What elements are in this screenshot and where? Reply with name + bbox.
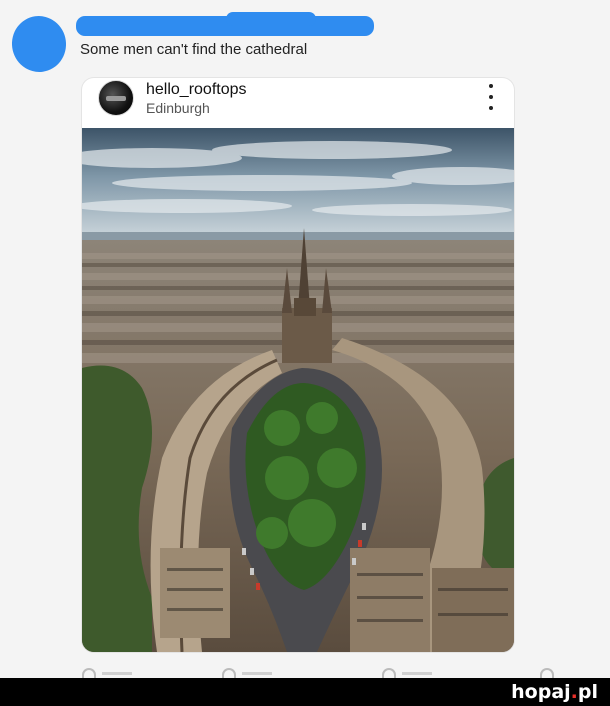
- post-location[interactable]: Edinburgh: [146, 100, 210, 116]
- username-redacted[interactable]: [76, 12, 374, 36]
- instagram-embed-card[interactable]: hello_rooftops Edinburgh: [82, 78, 514, 652]
- share-icon[interactable]: [540, 668, 554, 678]
- account-avatar-logo: [106, 96, 126, 101]
- hopaj-watermark: hopaj.pl: [511, 681, 598, 703]
- retweet-icon[interactable]: [222, 668, 272, 678]
- reply-icon[interactable]: [82, 668, 132, 678]
- card-header: hello_rooftops Edinburgh: [82, 78, 514, 128]
- account-avatar[interactable]: [98, 80, 134, 116]
- post-text: Some men can't find the cathedral: [80, 41, 308, 58]
- more-vertical-icon[interactable]: [486, 84, 496, 110]
- watermark-bar: hopaj.pl: [0, 678, 610, 706]
- user-avatar-redacted[interactable]: [8, 12, 70, 76]
- account-username[interactable]: hello_rooftops: [146, 81, 247, 99]
- like-icon[interactable]: [382, 668, 432, 678]
- post-photo[interactable]: [82, 128, 514, 652]
- aerial-city-photo: [82, 128, 514, 652]
